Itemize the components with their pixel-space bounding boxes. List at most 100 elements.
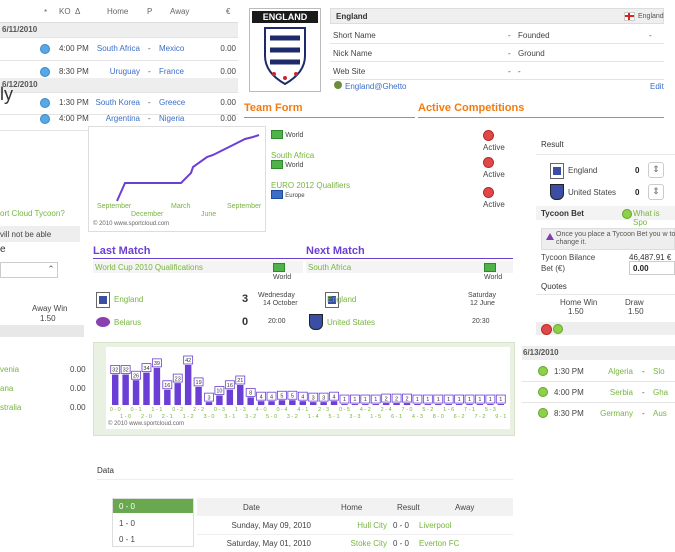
team-email-link[interactable]: England@Ghetto xyxy=(345,82,407,91)
home-team-link[interactable]: England xyxy=(327,295,356,304)
competition-name[interactable]: EURO 2012 Qualifiers xyxy=(271,181,511,190)
svg-text:21: 21 xyxy=(237,378,243,384)
fixture-ko: 8:30 PM xyxy=(554,409,584,418)
fixture-home[interactable]: South Korea xyxy=(96,98,140,107)
info-icon[interactable] xyxy=(40,67,50,77)
info-icon[interactable] xyxy=(40,114,50,124)
category-tick-label: 5 - 2 xyxy=(422,407,433,413)
competition-link[interactable]: World Cup 2010 Qualifications xyxy=(95,263,203,272)
col-sort[interactable]: * xyxy=(44,8,47,17)
col-euro[interactable]: € xyxy=(226,7,230,16)
bar-21 xyxy=(330,401,338,405)
bar-37 xyxy=(497,404,505,405)
row-home[interactable]: Hull City xyxy=(317,521,387,530)
row-home[interactable]: Stoke City xyxy=(317,539,387,548)
col-home[interactable]: Home xyxy=(107,7,128,16)
row-away[interactable]: Everton FC xyxy=(419,539,459,548)
fixture-away[interactable]: Aus xyxy=(653,409,667,418)
filter-item[interactable]: 0 - 1 xyxy=(113,532,193,546)
category-tick-label: 1 - 2 xyxy=(183,414,194,420)
team-field-row: Nick Name - Ground xyxy=(330,44,664,62)
filter-label: 0 - 1 xyxy=(119,535,136,544)
table-header: Date Home Result Away xyxy=(197,498,513,516)
col-away[interactable]: Away xyxy=(455,503,474,512)
competition-name[interactable]: South Africa xyxy=(271,151,511,160)
filter-item[interactable]: 1 - 0 xyxy=(113,516,193,530)
competition-item[interactable]: South Africa World Active xyxy=(271,151,511,179)
confirm-icon[interactable] xyxy=(553,324,563,334)
fixture-row[interactable]: 4:00 PM Serbia - Gha xyxy=(522,382,675,403)
last-match-title: Last Match xyxy=(93,245,151,257)
category-tick-label: 9 - 1 xyxy=(495,414,506,420)
tycoon-question-link[interactable]: ort Cloud Tycoon? xyxy=(0,209,65,218)
away-team-link[interactable]: United States xyxy=(327,318,375,327)
fixture-row[interactable]: 1:30 PM Algeria - Slo xyxy=(522,361,675,382)
active-status: Active xyxy=(483,187,511,209)
col-delta[interactable]: Δ xyxy=(75,7,80,16)
filter-item-active[interactable]: 0 - 0 xyxy=(113,499,193,513)
info-icon[interactable] xyxy=(40,98,50,108)
info-icon[interactable] xyxy=(538,366,548,376)
draw-label: Draw xyxy=(625,298,644,307)
info-icon[interactable] xyxy=(538,408,548,418)
info-icon[interactable] xyxy=(538,387,548,397)
fixture-home[interactable]: South Africa xyxy=(97,44,140,53)
category-tick-label: 3 - 2 xyxy=(287,414,298,420)
away-score-stepper[interactable]: ⇕ xyxy=(648,184,664,200)
result-home-value[interactable]: 0 xyxy=(635,166,639,175)
result-away-value[interactable]: 0 xyxy=(635,188,639,197)
svg-text:8: 8 xyxy=(249,391,252,397)
col-ko[interactable]: KO xyxy=(59,7,71,16)
svg-text:1: 1 xyxy=(374,397,377,403)
cancel-icon[interactable] xyxy=(541,324,552,335)
bar-value-label: 3 xyxy=(318,392,329,402)
away-team-link[interactable]: Belarus xyxy=(114,318,141,327)
fixture-home[interactable]: Algeria xyxy=(608,367,633,376)
fixture-home[interactable]: Serbia xyxy=(610,388,633,397)
team-info-panel: England England Short Name - Founded - N… xyxy=(330,8,664,92)
fixture-away[interactable]: Gha xyxy=(653,388,668,397)
fixture-home[interactable]: Germany xyxy=(600,409,633,418)
fixture-row[interactable]: 4:00 PM South Africa - Mexico 0.00 xyxy=(0,38,238,61)
competition-item[interactable]: EURO 2012 Qualifiers Europe Active xyxy=(271,181,511,209)
team-name[interactable]: venia xyxy=(0,365,19,374)
badge-title-bar: ENGLAND xyxy=(252,11,318,23)
fixture-row[interactable]: 8:30 PM Germany - Aus xyxy=(522,403,675,423)
left-bet-stepper[interactable]: ⌃ xyxy=(44,263,58,277)
bet-input[interactable]: 0.00 xyxy=(629,261,675,275)
bar-17 xyxy=(289,400,296,405)
help-icon[interactable] xyxy=(622,209,632,219)
info-icon[interactable] xyxy=(40,44,50,54)
home-team-link[interactable]: England xyxy=(114,295,143,304)
col-home[interactable]: Home xyxy=(341,503,362,512)
fixture-home[interactable]: Argentina xyxy=(106,114,140,123)
category-tick-label: 0 - 0 xyxy=(110,407,121,413)
status-label: Active xyxy=(483,170,505,179)
col-away[interactable]: Away xyxy=(170,7,189,16)
col-result[interactable]: Result xyxy=(397,503,420,512)
row-away[interactable]: Liverpool xyxy=(419,521,451,530)
home-score-stepper[interactable]: ⇕ xyxy=(648,162,664,178)
edit-link[interactable]: Edit xyxy=(650,82,664,91)
fixture-home[interactable]: Uruguay xyxy=(110,67,140,76)
table-row[interactable]: Sunday, May 09, 2010 Hull City 0 - 0 Liv… xyxy=(197,518,513,535)
fixture-away[interactable]: Slo xyxy=(653,367,665,376)
table-row[interactable]: Saturday, May 01, 2010 Stoke City 0 - 0 … xyxy=(197,536,513,552)
team-name[interactable]: stralia xyxy=(0,403,21,412)
team-form-underline xyxy=(244,117,415,118)
competition-item[interactable]: World Active xyxy=(271,130,511,152)
what-is-link[interactable]: What is Spo xyxy=(633,209,675,227)
bar-27 xyxy=(393,403,400,405)
date-group-label: 6/11/2010 xyxy=(2,25,38,34)
svg-text:1: 1 xyxy=(478,397,481,403)
fixture-away[interactable]: Greece xyxy=(159,98,185,107)
fixture-away[interactable]: Nigeria xyxy=(159,114,184,123)
competition-link[interactable]: South Africa xyxy=(308,263,351,272)
col-p[interactable]: P xyxy=(147,7,152,16)
fixture-away[interactable]: France xyxy=(159,67,184,76)
team-name[interactable]: ana xyxy=(0,384,13,393)
fixture-away[interactable]: Mexico xyxy=(159,44,184,53)
category-tick-label: 7 - 0 xyxy=(401,407,412,413)
chart-credit: © 2010 www.sportcloud.com xyxy=(108,421,185,427)
col-date[interactable]: Date xyxy=(243,503,260,512)
